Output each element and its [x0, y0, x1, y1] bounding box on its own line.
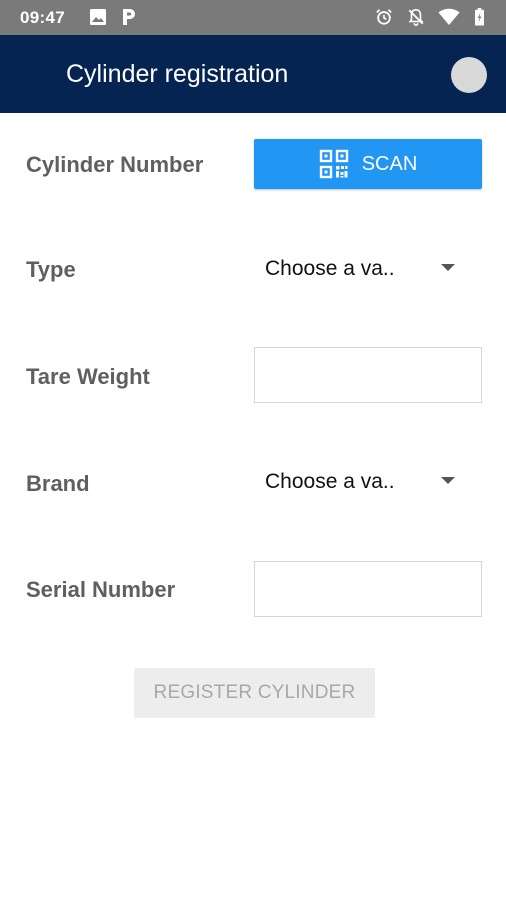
type-picker-value: Choose a va..	[265, 257, 395, 280]
brand-picker-value: Choose a va..	[265, 470, 395, 493]
wifi-icon	[438, 8, 460, 25]
app-bar: Cylinder registration	[0, 35, 506, 113]
brand-picker[interactable]: Choose a va..	[254, 458, 482, 506]
scan-button[interactable]: SCAN	[254, 139, 482, 189]
battery-icon	[475, 8, 484, 26]
serial-number-input[interactable]	[254, 561, 482, 617]
p-icon	[123, 9, 135, 25]
tare-weight-label: Tare Weight	[26, 364, 150, 389]
scan-button-label: SCAN	[361, 152, 418, 175]
serial-number-label: Serial Number	[26, 577, 176, 602]
bell-off-icon	[408, 8, 424, 26]
page-title: Cylinder registration	[66, 60, 289, 88]
dropdown-arrow-icon	[441, 264, 455, 271]
image-icon	[90, 9, 106, 25]
cylinder-number-label: Cylinder Number	[26, 152, 204, 177]
qr-code-icon	[319, 149, 348, 179]
brand-label: Brand	[26, 471, 90, 496]
dropdown-arrow-icon	[441, 477, 455, 484]
type-picker[interactable]: Choose a va..	[254, 245, 482, 293]
alarm-icon	[376, 9, 392, 25]
status-time: 09:47	[20, 8, 65, 27]
status-bar: 09:47	[0, 0, 506, 35]
avatar[interactable]	[451, 57, 487, 93]
type-label: Type	[26, 257, 76, 282]
register-cylinder-button[interactable]: REGISTER CYLINDER	[134, 668, 375, 718]
tare-weight-input[interactable]	[254, 347, 482, 403]
